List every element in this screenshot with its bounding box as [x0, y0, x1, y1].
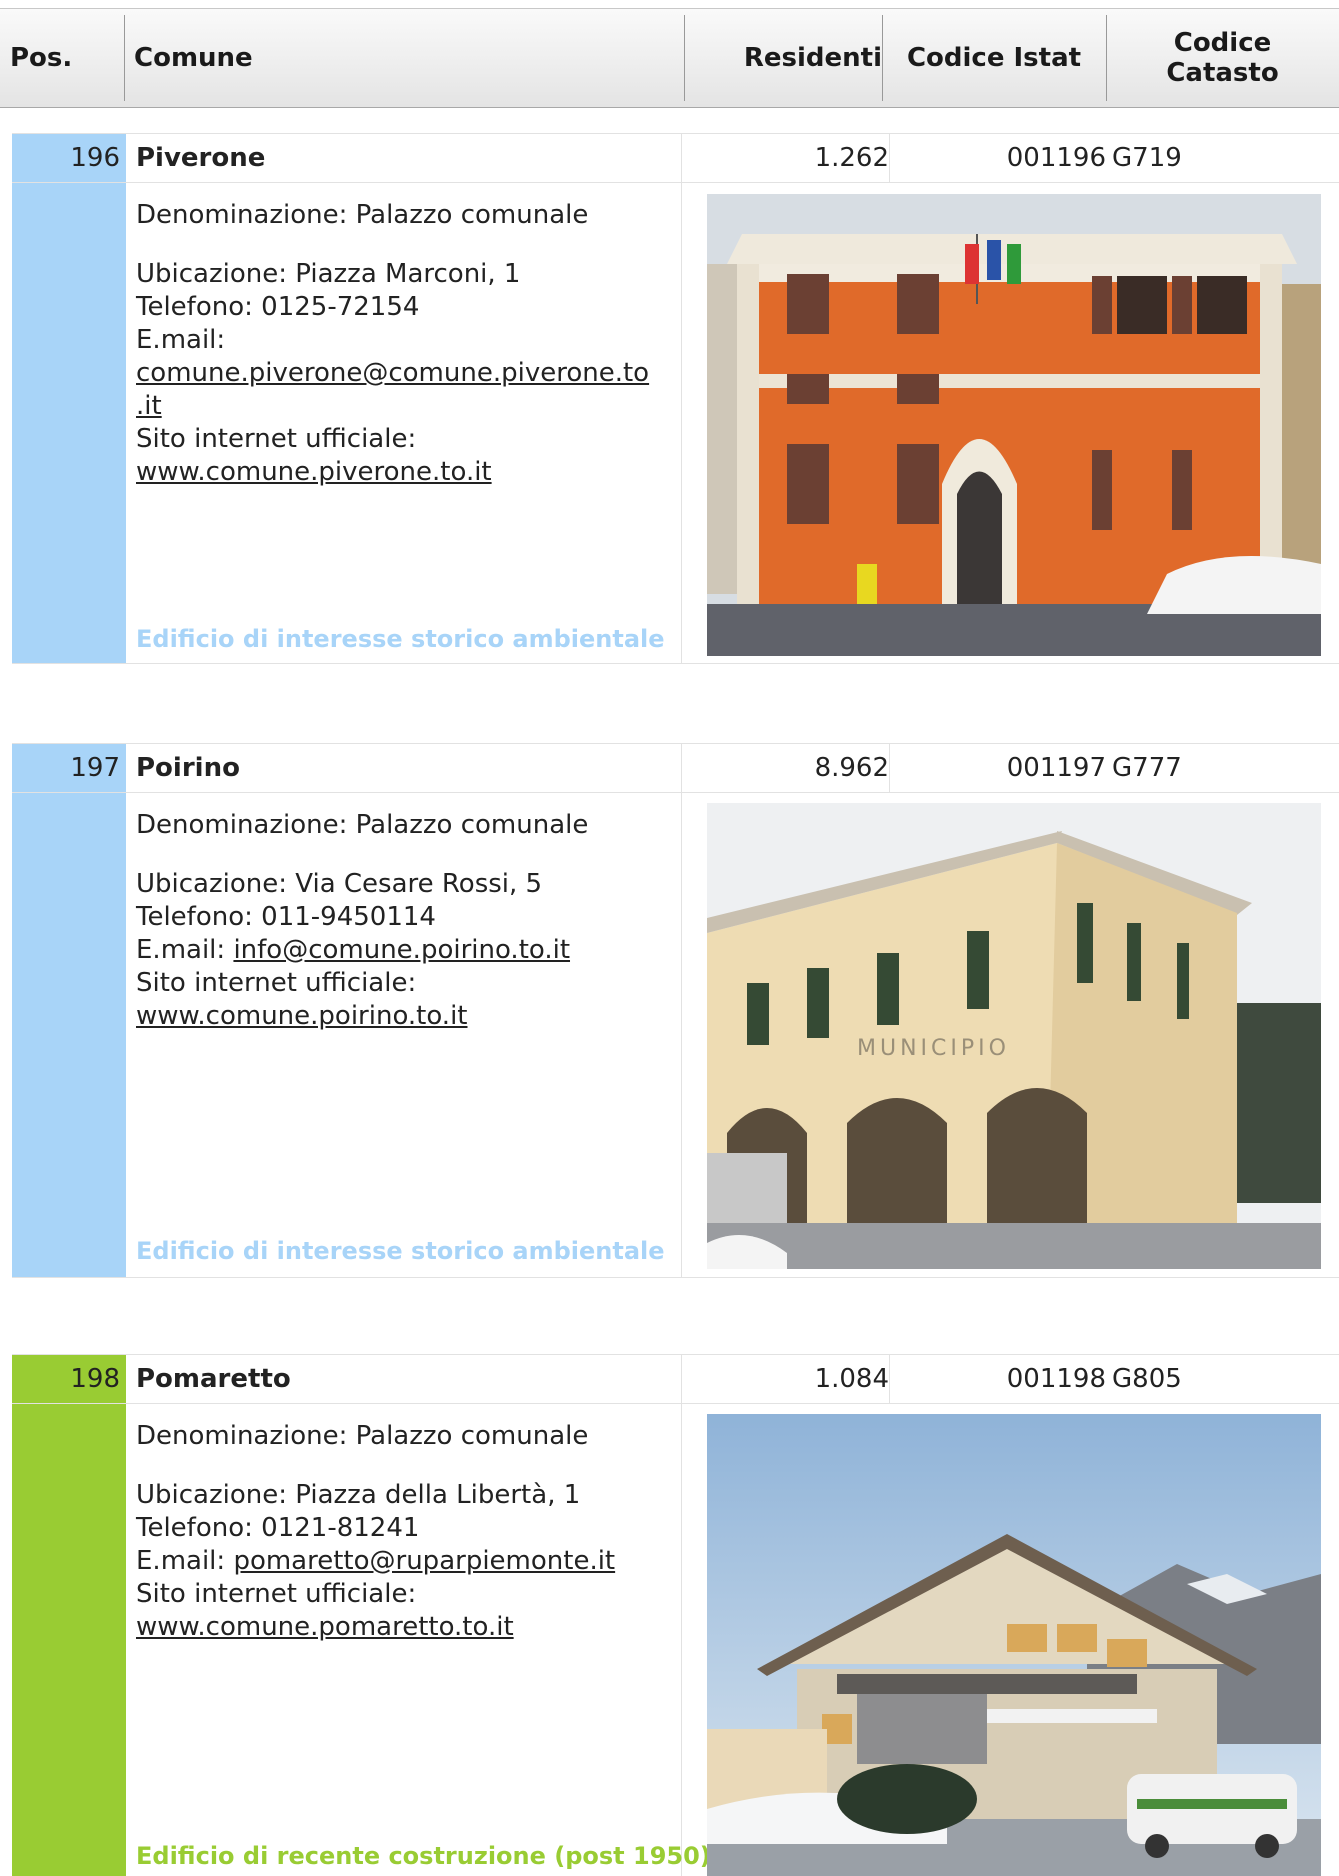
header-codice-catasto: Codice Catasto — [1106, 9, 1339, 107]
sito-label: Sito internet ufficiale: — [136, 968, 417, 998]
email-link-line1: comune.piverone@comune.piverone.to — [136, 358, 650, 388]
building-category-note: Edificio di interesse storico ambientale — [136, 625, 665, 653]
ubicazione: Ubicazione: Piazza della Libertà, 1 — [136, 1480, 581, 1510]
header-divider — [684, 15, 685, 101]
telefono: Telefono: 0125-72154 — [136, 292, 420, 322]
entry-details: Denominazione: Palazzo comunale Ubicazio… — [136, 809, 692, 1033]
entry-position: 197 — [12, 744, 126, 792]
table-header: Pos. Comune Residenti Codice Istat Codic… — [0, 8, 1339, 108]
entry-name: Piverone — [136, 143, 266, 173]
entry-codice-istat: 001198 — [1006, 1364, 1106, 1394]
building-category-note: Edificio di interesse storico ambientale — [136, 1237, 665, 1265]
municipio-sign: MUNICIPIO — [857, 1036, 1010, 1061]
entry-details: Denominazione: Palazzo comunale Ubicazio… — [136, 199, 692, 489]
entry-codice-istat: 001196 — [1006, 143, 1106, 173]
header-codice-catasto-line2: Catasto — [1166, 58, 1279, 88]
email-label: E.mail: — [136, 935, 226, 965]
header-divider — [124, 15, 125, 101]
entry-position: 198 — [12, 1355, 126, 1403]
entry-details: Denominazione: Palazzo comunale Ubicazio… — [136, 1420, 692, 1644]
header-comune: Comune — [134, 43, 253, 73]
website-link[interactable]: www.comune.pomaretto.to.it — [136, 1612, 514, 1642]
email-link[interactable]: info@comune.poirino.to.it — [233, 935, 570, 965]
entry-name: Pomaretto — [136, 1364, 291, 1394]
telefono: Telefono: 011-9450114 — [136, 902, 436, 932]
comune-entry-poirino: 197 Poirino 8.962 001197 G777 Denominazi… — [12, 743, 1339, 1278]
entry-summary-row: 196 Piverone 1.262 001196 G719 — [12, 133, 1339, 183]
email-link[interactable]: comune.piverone@comune.piverone.to .it — [136, 358, 649, 421]
ubicazione: Ubicazione: Piazza Marconi, 1 — [136, 259, 521, 289]
website-link[interactable]: www.comune.poirino.to.it — [136, 1001, 468, 1031]
town-hall-photo: MUNICIPIO — [707, 803, 1321, 1269]
category-stripe — [12, 1404, 126, 1876]
entry-bottom-border — [12, 663, 1339, 664]
entry-position: 196 — [12, 134, 126, 182]
comune-entry-pomaretto: 198 Pomaretto 1.084 001198 G805 Denomina… — [12, 1354, 1339, 1876]
entry-residenti: 8.962 — [814, 753, 889, 783]
row-divider — [889, 1355, 890, 1403]
email-label: E.mail: — [136, 325, 226, 355]
category-stripe — [12, 183, 126, 663]
entry-codice-catasto: G777 — [1112, 753, 1182, 783]
header-codice-istat: Codice Istat — [906, 43, 1082, 73]
denominazione: Denominazione: Palazzo comunale — [136, 1421, 589, 1451]
header-residenti: Residenti — [743, 43, 882, 73]
denominazione: Denominazione: Palazzo comunale — [136, 200, 589, 230]
comune-entry-piverone: 196 Piverone 1.262 001196 G719 Denominaz… — [12, 133, 1339, 664]
category-stripe — [12, 793, 126, 1277]
sito-label: Sito internet ufficiale: — [136, 1579, 417, 1609]
building-category-note: Edificio di recente costruzione (post 19… — [136, 1842, 711, 1870]
sito-label: Sito internet ufficiale: — [136, 424, 417, 454]
entry-codice-catasto: G719 — [1112, 143, 1182, 173]
header-pos: Pos. — [10, 43, 73, 73]
header-codice-catasto-line1: Codice — [1173, 28, 1272, 58]
entry-residenti: 1.262 — [814, 143, 889, 173]
telefono: Telefono: 0121-81241 — [136, 1513, 420, 1543]
entry-bottom-border — [12, 1277, 1339, 1278]
denominazione: Denominazione: Palazzo comunale — [136, 810, 589, 840]
website-link[interactable]: www.comune.piverone.to.it — [136, 457, 492, 487]
town-hall-photo — [707, 1414, 1321, 1876]
entry-codice-istat: 001197 — [1006, 753, 1106, 783]
entry-codice-catasto: G805 — [1112, 1364, 1182, 1394]
email-link-line2: .it — [136, 391, 162, 421]
entry-summary-row: 197 Poirino 8.962 001197 G777 — [12, 743, 1339, 793]
entry-summary-row: 198 Pomaretto 1.084 001198 G805 — [12, 1354, 1339, 1404]
email-link[interactable]: pomaretto@ruparpiemonte.it — [233, 1546, 615, 1576]
town-hall-photo — [707, 194, 1321, 656]
entry-name: Poirino — [136, 753, 240, 783]
ubicazione: Ubicazione: Via Cesare Rossi, 5 — [136, 869, 543, 899]
row-divider — [889, 134, 890, 182]
entry-residenti: 1.084 — [814, 1364, 889, 1394]
row-divider — [889, 744, 890, 792]
email-label: E.mail: — [136, 1546, 226, 1576]
